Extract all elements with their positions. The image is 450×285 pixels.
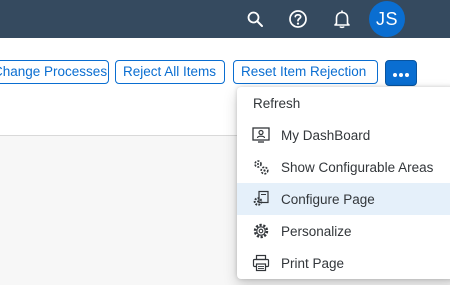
menu-item-personalize[interactable]: Personalize: [237, 215, 450, 247]
help-icon[interactable]: [287, 8, 309, 30]
personalize-gear-icon: [252, 222, 270, 240]
reset-item-rejection-button[interactable]: Reset Item Rejection: [233, 60, 378, 84]
user-avatar[interactable]: JS: [369, 1, 405, 37]
print-icon: [252, 254, 270, 272]
configure-page-icon: [252, 190, 270, 208]
configurable-areas-icon: [252, 158, 270, 176]
menu-item-show-configurable-areas[interactable]: Show Configurable Areas: [237, 151, 450, 183]
menu-item-label: Personalize: [281, 223, 352, 239]
overflow-more-icon: [393, 73, 397, 77]
shell-bar: JS: [0, 0, 450, 38]
change-processes-button[interactable]: Change Processes: [0, 60, 109, 84]
menu-item-label: Print Page: [281, 255, 345, 271]
menu-item-my-dashboard[interactable]: My DashBoard: [237, 119, 450, 151]
overflow-more-button[interactable]: [385, 60, 417, 86]
avatar-initials: JS: [375, 8, 398, 29]
menu-item-refresh[interactable]: Refresh: [237, 87, 450, 119]
menu-item-label: My DashBoard: [281, 127, 371, 143]
menu-item-label: Show Configurable Areas: [281, 159, 434, 175]
menu-item-label: Refresh: [253, 95, 301, 111]
reject-all-items-button[interactable]: Reject All Items: [115, 60, 225, 84]
dashboard-icon: [252, 126, 270, 144]
search-icon[interactable]: [244, 8, 266, 30]
menu-item-configure-page[interactable]: Configure Page: [237, 183, 450, 215]
menu-item-print-page[interactable]: Print Page: [237, 247, 450, 279]
notification-bell-icon[interactable]: [331, 8, 353, 30]
overflow-menu: Refresh My DashBoard Show Configurable A…: [237, 87, 450, 279]
menu-item-label: Configure Page: [281, 191, 375, 207]
